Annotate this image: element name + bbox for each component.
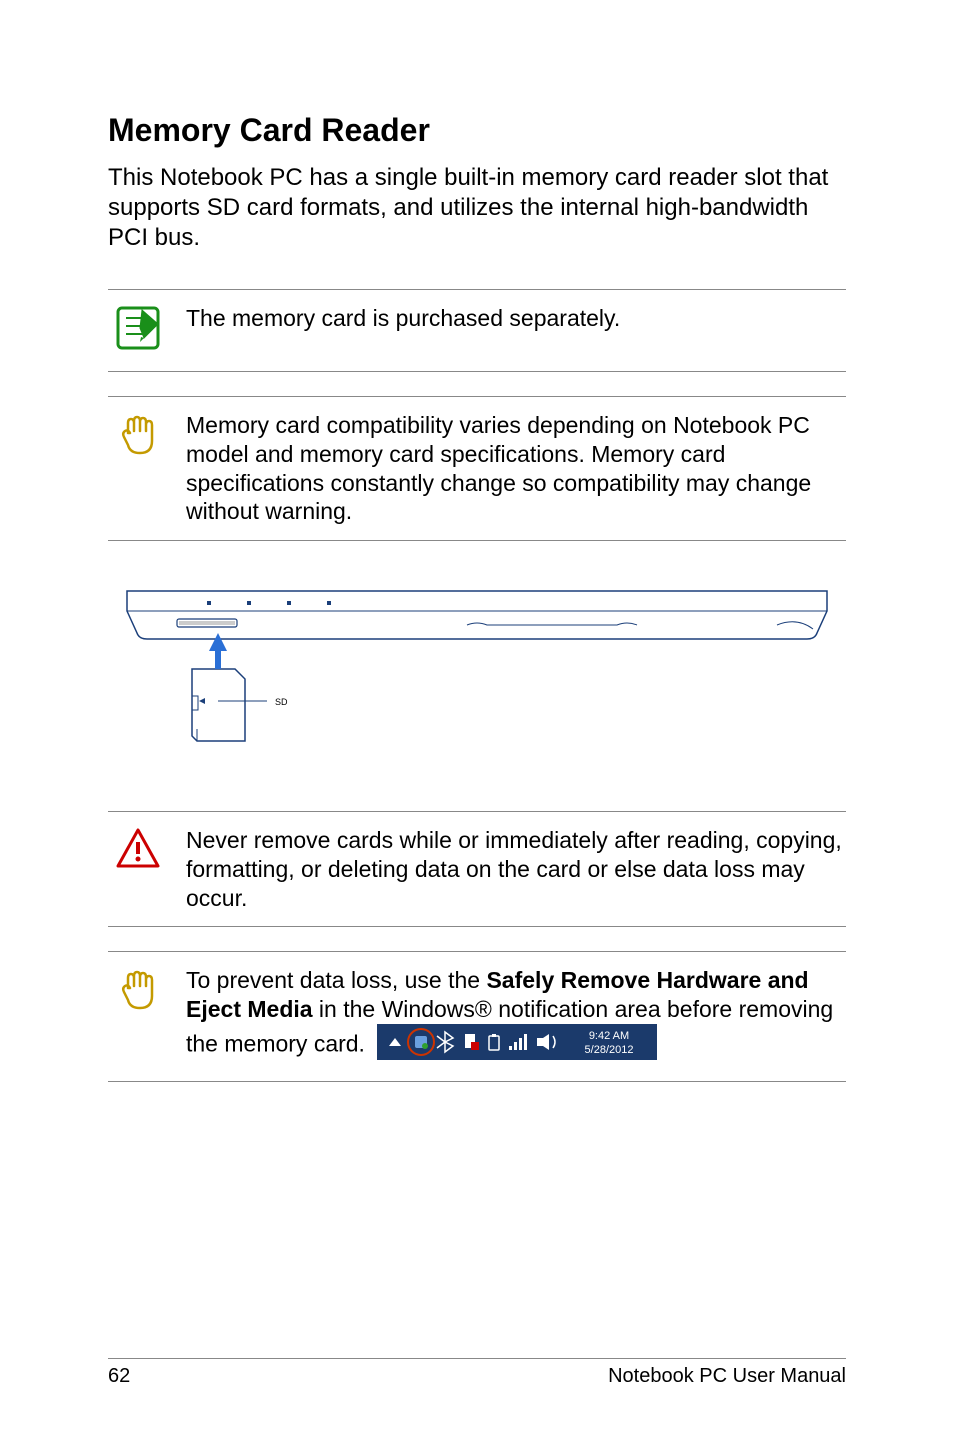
laptop-sd-diagram: SD <box>117 581 837 761</box>
note-purchased-text: The memory card is purchased separately. <box>186 304 846 333</box>
tip-safely-remove-block: To prevent data loss, use the Safely Rem… <box>108 951 846 1081</box>
warning-icon <box>114 826 162 879</box>
warning-remove-block: Never remove cards while or immediately … <box>108 811 846 927</box>
warning-remove-text: Never remove cards while or immediately … <box>186 826 846 912</box>
manual-title: Notebook PC User Manual <box>608 1365 846 1388</box>
tip-safely-remove-text: To prevent data loss, use the Safely Rem… <box>186 966 846 1066</box>
sd-label: SD <box>275 697 288 707</box>
page-footer: 62 Notebook PC User Manual <box>108 1358 846 1388</box>
hand-icon <box>114 966 162 1019</box>
systray-screenshot: 9:42 AM 5/28/2012 <box>377 1024 657 1067</box>
svg-text:9:42 AM: 9:42 AM <box>589 1030 629 1042</box>
diagram-area: SD <box>108 581 846 761</box>
intro-paragraph: This Notebook PC has a single built-in m… <box>108 163 846 253</box>
section-heading: Memory Card Reader <box>108 112 846 149</box>
hand-icon <box>114 411 162 464</box>
page-number: 62 <box>108 1365 130 1388</box>
note-compatibility-text: Memory card compatibility varies dependi… <box>186 411 846 526</box>
note-compatibility-block: Memory card compatibility varies dependi… <box>108 396 846 541</box>
note-purchased-block: The memory card is purchased separately. <box>108 289 846 372</box>
tip-prefix: To prevent data loss, use the <box>186 967 486 993</box>
note-icon <box>114 304 162 357</box>
svg-text:5/28/2012: 5/28/2012 <box>585 1044 634 1056</box>
